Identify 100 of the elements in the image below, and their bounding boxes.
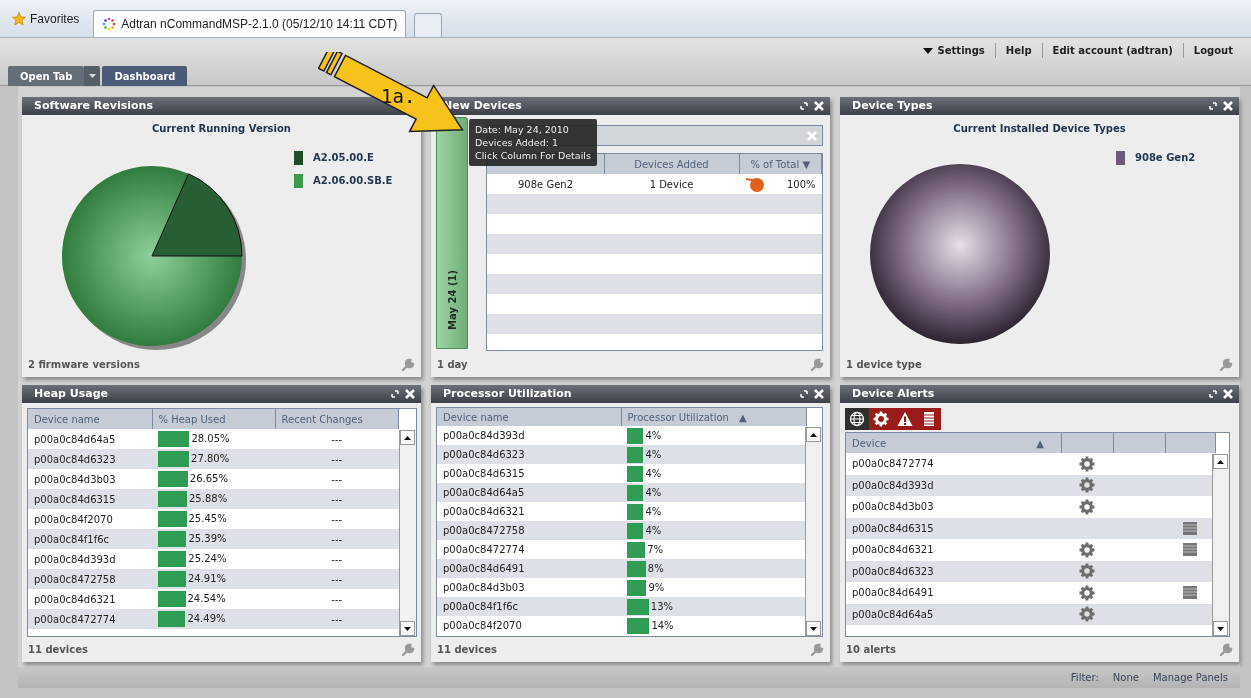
table-cell: p00a0c84f2070 <box>28 509 152 529</box>
gear-icon <box>1079 455 1095 472</box>
filter-button[interactable] <box>845 408 869 430</box>
column-header[interactable]: Devices Added <box>604 154 739 174</box>
header-link[interactable]: Help <box>994 43 1042 58</box>
filter-label: Filter: <box>1070 671 1099 685</box>
resize-icon[interactable] <box>1209 390 1217 398</box>
header-link[interactable]: Logout <box>1182 43 1243 58</box>
percent-text: 25.45% <box>188 513 227 524</box>
column-bar[interactable]: May 24 (1) <box>436 117 468 349</box>
scrollbar[interactable] <box>805 427 822 636</box>
filter-button[interactable] <box>869 408 893 430</box>
gear-icon <box>1079 606 1095 623</box>
scrollbar[interactable] <box>1212 454 1229 636</box>
column-header[interactable]: Device ▲ <box>846 433 1061 453</box>
tab[interactable]: Dashboard <box>102 66 188 86</box>
percent-text: 24.91% <box>187 573 227 584</box>
percent-text: 4% <box>645 429 662 441</box>
scroll-down-icon[interactable] <box>400 621 415 636</box>
table-cell: 908e Gen2 <box>487 174 604 194</box>
star-icon[interactable] <box>12 12 26 26</box>
panel-title: Heap Usage <box>34 385 110 402</box>
caret-icon <box>89 74 96 78</box>
gear-icon <box>1079 498 1095 515</box>
percent-text: 25.39% <box>188 533 227 544</box>
manage-panels-link[interactable]: Manage Panels <box>1152 670 1228 685</box>
table-cell: --- <box>275 589 399 609</box>
header-link[interactable]: Edit account (adtran) <box>1041 43 1183 58</box>
chip-icon <box>921 411 937 427</box>
favorites-button[interactable]: Favorites <box>30 10 80 28</box>
browser-tab[interactable]: Adtran nCommandMSP-2.1.0 (05/12/10 14:11 CDT) <box>93 10 407 37</box>
table-cell: p00a0c84d6321 <box>28 589 152 609</box>
close-icon[interactable] <box>1223 389 1233 399</box>
tab[interactable]: Open Tab <box>8 66 85 86</box>
scroll-down-icon[interactable] <box>806 621 821 636</box>
globe-icon <box>849 411 865 427</box>
table-cell: --- <box>275 529 399 549</box>
table-cell: p00a0c84d6321 <box>437 502 621 521</box>
column-label: May 24 (1) <box>445 270 459 330</box>
close-icon[interactable] <box>814 101 824 111</box>
pie-icon <box>745 176 767 192</box>
table-cell: p00a0c8472758 <box>437 521 621 540</box>
table-cell: p00a0c84d64a5 <box>437 483 621 502</box>
table-cell: p00a0c84f1f6c <box>28 529 152 549</box>
scroll-up-icon[interactable] <box>400 430 415 445</box>
footer-text: 2 firmware versions <box>28 358 141 372</box>
scrollbar[interactable] <box>399 430 416 636</box>
chip-icon <box>1182 520 1199 536</box>
panel-title: Device Alerts <box>852 385 936 402</box>
resize-icon[interactable] <box>800 390 808 398</box>
table-cell: p00a0c84d3b03 <box>437 578 621 597</box>
percent-text: 4% <box>645 505 662 517</box>
column-header[interactable]: Recent Changes <box>275 409 399 429</box>
footer-text: 10 alerts <box>846 643 898 657</box>
percent-text: 8% <box>647 562 664 574</box>
table-cell: p00a0c84d6323 <box>437 445 621 464</box>
table-cell-text: 100% <box>786 177 816 192</box>
percent-text: 4% <box>645 486 662 498</box>
resize-icon[interactable] <box>800 102 808 110</box>
percent-text: 7% <box>647 543 664 555</box>
filter-link[interactable]: None <box>1112 670 1139 685</box>
table-cell: --- <box>275 569 399 589</box>
footer-text: 11 devices <box>28 643 89 657</box>
percent-text: 14% <box>651 619 674 631</box>
table-cell: --- <box>275 489 399 509</box>
column-header[interactable]: % Heap Used <box>152 409 275 429</box>
panel-title: Processor Utilization <box>443 385 573 402</box>
column-header[interactable]: Device name <box>28 409 152 429</box>
close-icon[interactable] <box>1223 101 1233 111</box>
table-cell: p00a0c8472774 <box>28 609 152 629</box>
gear-icon <box>1079 584 1095 601</box>
filter-button[interactable] <box>917 408 941 430</box>
table-cell: p00a0c84d393d <box>846 474 1061 496</box>
legend-label: A2.05.00.E <box>313 151 374 165</box>
warning-icon <box>897 411 913 427</box>
percent-text: 26.65% <box>189 473 228 484</box>
close-icon[interactable] <box>814 389 824 399</box>
table-cell: p00a0c84d6315 <box>28 489 152 509</box>
dropdown-button[interactable] <box>84 66 101 86</box>
scroll-up-icon[interactable] <box>1213 454 1228 469</box>
table-cell: p00a0c84d6315 <box>846 517 1061 539</box>
percent-text: 24.49% <box>187 613 226 624</box>
resize-icon[interactable] <box>1209 102 1217 110</box>
legend-label: 908e Gen2 <box>1135 151 1196 165</box>
column-header[interactable]: % of Total ▼ <box>739 154 822 174</box>
column-header[interactable]: Device name <box>437 408 621 426</box>
tooltip-text: Date: May 24, 2010 <box>475 123 570 136</box>
scroll-up-icon[interactable] <box>806 427 821 442</box>
table-cell: --- <box>275 429 399 449</box>
footer-text: 11 devices <box>437 643 498 657</box>
table-cell: p00a0c84d6491 <box>846 582 1061 604</box>
table-cell: p00a0c84d3b03 <box>28 469 152 489</box>
column-header[interactable]: Processor Utilization ▲ <box>621 408 807 426</box>
header-link[interactable]: Settings <box>912 43 995 58</box>
footer-text: 1 day <box>437 358 469 372</box>
percent-text: 28.05% <box>191 433 230 444</box>
percent-text: 13% <box>650 600 674 612</box>
close-icon[interactable] <box>405 389 415 399</box>
scroll-down-icon[interactable] <box>1213 621 1228 636</box>
resize-icon[interactable] <box>391 390 399 398</box>
